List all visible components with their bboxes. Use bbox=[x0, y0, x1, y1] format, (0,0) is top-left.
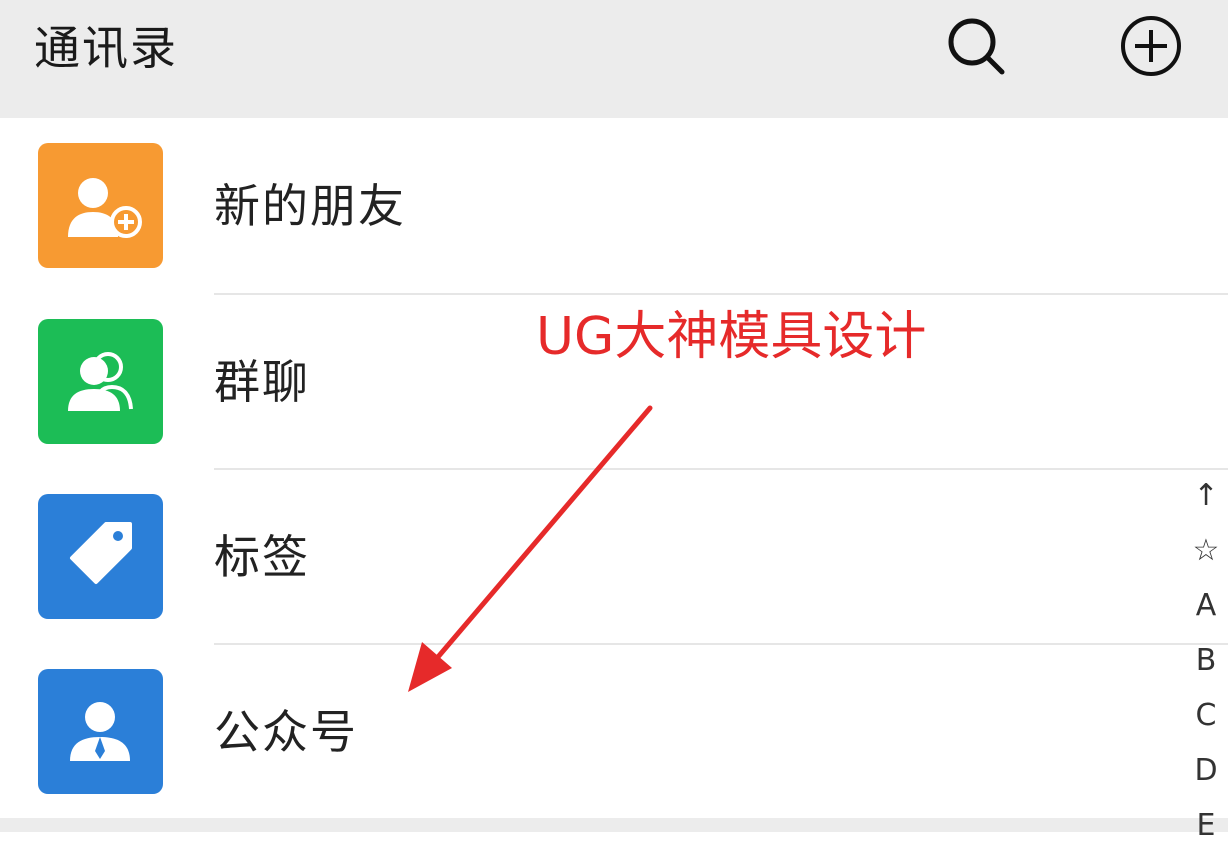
list-item-label: 新的朋友 bbox=[214, 179, 406, 233]
search-button[interactable] bbox=[944, 14, 1008, 78]
page-title: 通讯录 bbox=[34, 21, 178, 75]
list-item-label: 群聊 bbox=[214, 355, 310, 409]
index-item-e[interactable]: E bbox=[1186, 798, 1226, 853]
index-item-b[interactable]: B bbox=[1186, 633, 1226, 688]
index-item-top[interactable]: ↑ bbox=[1186, 468, 1226, 523]
new-friend-icon bbox=[38, 143, 163, 268]
group-chat-icon bbox=[38, 319, 163, 444]
add-button[interactable] bbox=[1119, 14, 1183, 78]
index-item-d[interactable]: D bbox=[1186, 743, 1226, 798]
tag-icon bbox=[38, 494, 163, 619]
alphabet-index-bar[interactable]: ↑ ☆ A B C D E bbox=[1186, 468, 1226, 853]
annotation-watermark-text: UG大神模具设计 bbox=[536, 307, 927, 367]
top-bar: 通讯录 bbox=[0, 0, 1228, 118]
bottom-strip bbox=[0, 818, 1228, 832]
index-item-c[interactable]: C bbox=[1186, 688, 1226, 743]
index-item-star[interactable]: ☆ bbox=[1186, 523, 1226, 578]
list-item-tags[interactable]: 标签 bbox=[0, 469, 1228, 644]
add-circle-icon bbox=[1121, 16, 1181, 76]
list-item-label: 标签 bbox=[214, 530, 310, 584]
official-account-icon bbox=[38, 669, 163, 794]
list-item-official-accounts[interactable]: 公众号 bbox=[0, 644, 1228, 819]
index-item-a[interactable]: A bbox=[1186, 578, 1226, 633]
list-item-label: 公众号 bbox=[214, 705, 358, 759]
search-icon bbox=[948, 18, 1005, 75]
list-item-new-friends[interactable]: 新的朋友 bbox=[0, 118, 1228, 293]
